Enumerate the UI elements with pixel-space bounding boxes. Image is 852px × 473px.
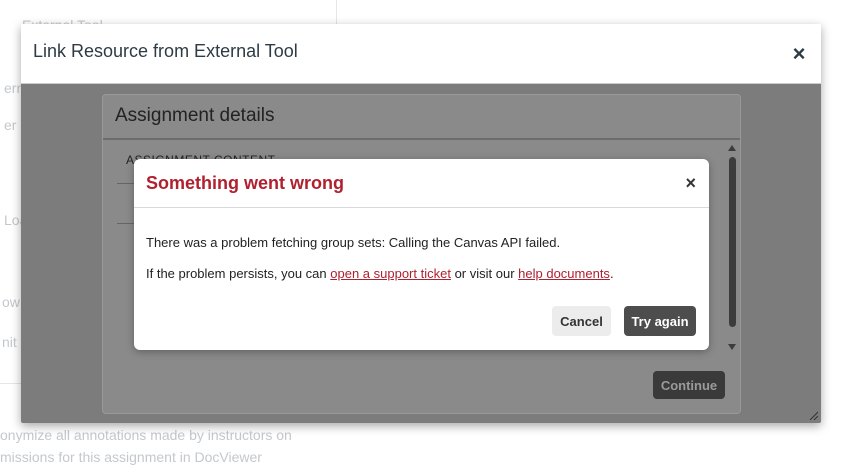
error-help-text: If the problem persists, you can open a … [146, 266, 614, 281]
close-icon[interactable]: × [791, 43, 807, 65]
scrollbar[interactable] [727, 145, 737, 350]
error-message: There was a problem fetching group sets:… [146, 235, 561, 250]
section-title: Assignment details [115, 105, 275, 126]
error-title: Something went wrong [146, 173, 344, 193]
continue-button[interactable]: Continue [653, 371, 725, 399]
scroll-thumb[interactable] [729, 157, 736, 327]
error-dialog: Something went wrong × There was a probl… [134, 159, 709, 350]
scroll-up-icon[interactable] [728, 145, 736, 151]
help-documents-link[interactable]: help documents [518, 266, 610, 281]
bg-fragment: nit [2, 334, 17, 350]
scroll-down-icon[interactable] [728, 344, 736, 350]
support-ticket-link[interactable]: open a support ticket [330, 266, 451, 281]
bg-fragment: onymize all annotations made by instruct… [0, 427, 292, 443]
close-icon[interactable]: × [685, 174, 696, 192]
cancel-button[interactable]: Cancel [552, 306, 611, 336]
bg-fragment: missions for this assignment in DocViewe… [0, 449, 262, 465]
modal-header: Link Resource from External Tool × [21, 24, 821, 84]
try-again-button[interactable]: Try again [624, 306, 696, 336]
resize-grip-icon[interactable] [808, 410, 818, 420]
modal-title: Link Resource from External Tool [33, 41, 298, 61]
error-header: Something went wrong × [134, 159, 709, 208]
bg-fragment: ow [2, 294, 20, 310]
